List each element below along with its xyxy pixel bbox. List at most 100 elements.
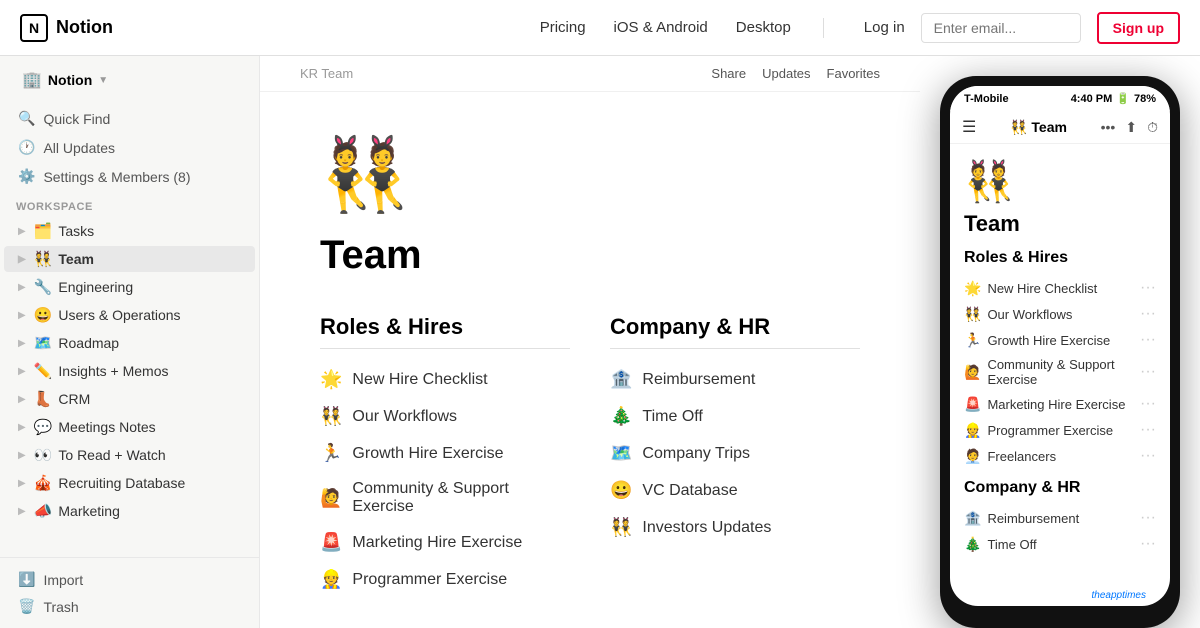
chevron-icon: ▶ bbox=[18, 310, 26, 321]
insights-emoji: ✏️ bbox=[34, 362, 53, 380]
new-hire-checklist-emoji: 🌟 bbox=[320, 369, 342, 390]
programmer-exercise-emoji: 👷 bbox=[320, 569, 342, 590]
sidebar-item-recruiting-label: Recruiting Database bbox=[58, 475, 247, 491]
phone-item-more-icon[interactable]: ··· bbox=[1140, 535, 1156, 553]
updates-button[interactable]: Updates bbox=[762, 66, 810, 81]
nav-pricing[interactable]: Pricing bbox=[540, 19, 586, 36]
phone-list-item[interactable]: 🏦 Reimbursement ··· bbox=[964, 505, 1156, 531]
phone-item-left: 🏃 Growth Hire Exercise bbox=[964, 332, 1110, 349]
phone-item-left: 👷 Programmer Exercise bbox=[964, 422, 1113, 439]
hamburger-icon[interactable]: ☰ bbox=[962, 117, 976, 137]
brand-name: Notion bbox=[56, 17, 113, 38]
workspace-selector[interactable]: 🏢 Notion ▼ bbox=[14, 64, 245, 96]
phone-status-right: 4:40 PM 🔋 78% bbox=[1071, 92, 1156, 105]
sidebar-item-engineering[interactable]: ▶ 🔧 Engineering bbox=[4, 274, 255, 300]
chevron-icon: ▶ bbox=[18, 422, 26, 433]
favorites-button[interactable]: Favorites bbox=[827, 66, 880, 81]
sidebar-item-users-ops-label: Users & Operations bbox=[58, 307, 247, 323]
sidebar-item-recruiting[interactable]: ▶ 🎪 Recruiting Database bbox=[4, 470, 255, 496]
signup-button[interactable]: Sign up bbox=[1097, 12, 1180, 44]
all-updates-label: All Updates bbox=[43, 140, 115, 156]
engineering-emoji: 🔧 bbox=[34, 278, 53, 296]
sidebar-item-insights[interactable]: ▶ ✏️ Insights + Memos bbox=[4, 358, 255, 384]
list-item[interactable]: 🏦 Reimbursement bbox=[610, 361, 860, 398]
sidebar-item-insights-label: Insights + Memos bbox=[58, 363, 247, 379]
marketing-hire-emoji: 🚨 bbox=[320, 532, 342, 553]
list-item[interactable]: 🗺️ Company Trips bbox=[610, 435, 860, 472]
list-item[interactable]: 😀 VC Database bbox=[610, 472, 860, 509]
list-item[interactable]: 👷 Programmer Exercise bbox=[320, 561, 570, 598]
phone-list-item[interactable]: 🚨 Marketing Hire Exercise ··· bbox=[964, 391, 1156, 417]
share-button[interactable]: Share bbox=[711, 66, 746, 81]
growth-hire-label: Growth Hire Exercise bbox=[352, 445, 503, 463]
quick-find-action[interactable]: 🔍 Quick Find bbox=[4, 105, 255, 132]
phone-item-emoji: 👯 bbox=[964, 306, 981, 323]
crm-emoji: 👢 bbox=[34, 390, 53, 408]
sidebar-item-engineering-label: Engineering bbox=[58, 279, 247, 295]
phone-list-item[interactable]: 🙋 Community & Support Exercise ··· bbox=[964, 353, 1156, 391]
phone-more-icon[interactable]: ••• bbox=[1101, 119, 1116, 136]
email-input[interactable] bbox=[921, 13, 1081, 43]
sidebar-item-roadmap[interactable]: ▶ 🗺️ Roadmap bbox=[4, 330, 255, 356]
phone-item-emoji: 🙋 bbox=[964, 364, 981, 381]
marketing-hire-label: Marketing Hire Exercise bbox=[352, 534, 522, 552]
our-workflows-emoji: 👯 bbox=[320, 406, 342, 427]
trash-button[interactable]: 🗑️ Trash bbox=[4, 593, 255, 620]
sidebar-item-users-ops[interactable]: ▶ 😀 Users & Operations bbox=[4, 302, 255, 328]
chevron-icon: ▶ bbox=[18, 450, 26, 461]
list-item[interactable]: 🏃 Growth Hire Exercise bbox=[320, 435, 570, 472]
phone-list-item[interactable]: 🏃 Growth Hire Exercise ··· bbox=[964, 327, 1156, 353]
list-item[interactable]: 🎄 Time Off bbox=[610, 398, 860, 435]
settings-label: Settings & Members (8) bbox=[43, 169, 190, 185]
phone-list-item[interactable]: 👷 Programmer Exercise ··· bbox=[964, 417, 1156, 443]
phone-item-more-icon[interactable]: ··· bbox=[1140, 331, 1156, 349]
company-hr-title: Company & HR bbox=[610, 314, 860, 349]
sidebar-item-marketing[interactable]: ▶ 📣 Marketing bbox=[4, 498, 255, 524]
logo[interactable]: N Notion bbox=[20, 14, 113, 42]
sidebar-item-tasks[interactable]: ▶ 🗂️ Tasks bbox=[4, 218, 255, 244]
sidebar-item-crm[interactable]: ▶ 👢 CRM bbox=[4, 386, 255, 412]
phone-item-more-icon[interactable]: ··· bbox=[1140, 421, 1156, 439]
list-item[interactable]: 🚨 Marketing Hire Exercise bbox=[320, 524, 570, 561]
phone-item-more-icon[interactable]: ··· bbox=[1140, 509, 1156, 527]
phone-list-item[interactable]: 🌟 New Hire Checklist ··· bbox=[964, 275, 1156, 301]
phone-item-more-icon[interactable]: ··· bbox=[1140, 363, 1156, 381]
phone-list-item[interactable]: 👯 Our Workflows ··· bbox=[964, 301, 1156, 327]
phone-item-left: 🏦 Reimbursement bbox=[964, 510, 1079, 527]
phone-item-more-icon[interactable]: ··· bbox=[1140, 279, 1156, 297]
sidebar-item-team[interactable]: ▶ 👯 Team bbox=[4, 246, 255, 272]
workspace-section-label: WORKSPACE bbox=[0, 191, 259, 217]
list-item[interactable]: 👯 Our Workflows bbox=[320, 398, 570, 435]
phone-company-title: Company & HR bbox=[964, 479, 1156, 497]
phone-item-more-icon[interactable]: ··· bbox=[1140, 447, 1156, 465]
sidebar-item-team-label: Team bbox=[58, 251, 247, 267]
list-item[interactable]: 👯 Investors Updates bbox=[610, 509, 860, 546]
settings-action[interactable]: ⚙️ Settings & Members (8) bbox=[4, 163, 255, 190]
phone-item-emoji: 🏦 bbox=[964, 510, 981, 527]
import-button[interactable]: ⬇️ Import bbox=[4, 566, 255, 593]
sidebar-header: 🏢 Notion ▼ bbox=[0, 56, 259, 104]
phone-share-icon[interactable]: ⬆ bbox=[1125, 119, 1137, 136]
phone-item-emoji: 🚨 bbox=[964, 396, 981, 413]
list-item[interactable]: 🌟 New Hire Checklist bbox=[320, 361, 570, 398]
roles-hires-title: Roles & Hires bbox=[320, 314, 570, 349]
main-layout: 🏢 Notion ▼ 🔍 Quick Find 🕐 All Updates ⚙️… bbox=[0, 56, 1200, 628]
sidebar-item-meetings[interactable]: ▶ 💬 Meetings Notes bbox=[4, 414, 255, 440]
phone-item-more-icon[interactable]: ··· bbox=[1140, 305, 1156, 323]
phone-list-item[interactable]: 🧑‍💼 Freelancers ··· bbox=[964, 443, 1156, 469]
login-button[interactable]: Log in bbox=[864, 19, 905, 36]
phone-clock-icon[interactable]: ⏱ bbox=[1147, 119, 1158, 136]
phone-list-item[interactable]: 🎄 Time Off ··· bbox=[964, 531, 1156, 557]
all-updates-action[interactable]: 🕐 All Updates bbox=[4, 134, 255, 161]
chevron-icon: ▶ bbox=[18, 506, 26, 517]
nav-divider bbox=[823, 18, 824, 38]
nav-ios-android[interactable]: iOS & Android bbox=[614, 19, 708, 36]
phone-item-left: 🧑‍💼 Freelancers bbox=[964, 448, 1056, 465]
phone-item-left: 🎄 Time Off bbox=[964, 536, 1037, 553]
phone-item-more-icon[interactable]: ··· bbox=[1140, 395, 1156, 413]
list-item[interactable]: 🙋 Community & Support Exercise bbox=[320, 472, 570, 524]
nav-desktop[interactable]: Desktop bbox=[736, 19, 791, 36]
company-hr-column: Company & HR 🏦 Reimbursement 🎄 Time Off … bbox=[610, 314, 860, 598]
sidebar-item-toread[interactable]: ▶ 👀 To Read + Watch bbox=[4, 442, 255, 468]
marketing-emoji: 📣 bbox=[34, 502, 53, 520]
